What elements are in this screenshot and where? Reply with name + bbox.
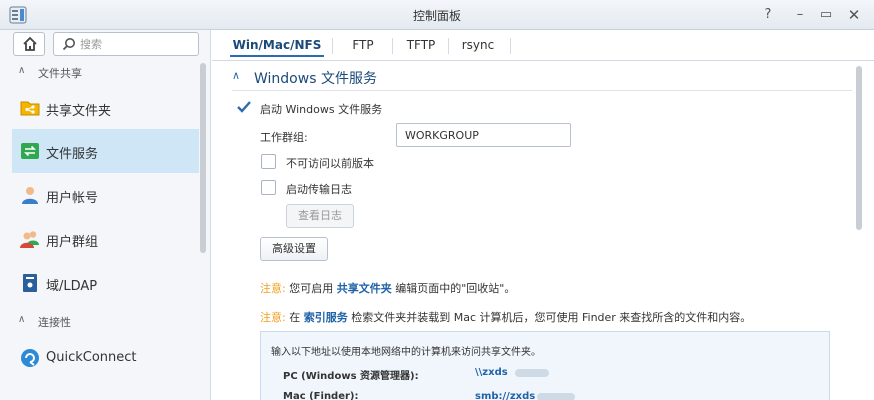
pc-address-label: PC (Windows 资源管理器): — [283, 371, 419, 382]
tab-ftp[interactable]: FTP — [340, 35, 386, 57]
close-icon[interactable]: ✕ — [844, 5, 864, 25]
maximize-icon[interactable]: ▭ — [816, 5, 836, 25]
enable-windows-service-label: 启动 Windows 文件服务 — [260, 103, 383, 116]
transfer-log-label: 启动传输日志 — [286, 183, 352, 196]
chevron-up-icon: ∧ — [18, 65, 26, 76]
sidebar: ∧ 文件共享 共享文件夹 文件服务 用户帐号 — [0, 30, 211, 400]
workgroup-input[interactable] — [396, 123, 571, 147]
sidebar-item-user-group[interactable]: 用户群组 — [12, 217, 199, 261]
redacted-blur — [537, 393, 575, 400]
tab-separator — [448, 38, 449, 54]
tab-separator — [392, 38, 393, 54]
user-icon — [22, 187, 38, 204]
main-scrollbar[interactable] — [856, 66, 862, 230]
workgroup-label: 工作群组: — [260, 131, 308, 144]
advanced-settings-button[interactable]: 高级设置 — [260, 237, 328, 261]
indexing-service-link[interactable]: 索引服务 — [304, 311, 348, 324]
search-box[interactable] — [53, 32, 199, 56]
home-icon — [23, 36, 37, 51]
pc-address-value: \\zxds — [475, 367, 508, 378]
note-recycle-bin: 注意: 您可启用 共享文件夹 编辑页面中的"回收站"。 — [260, 282, 516, 295]
prev-versions-label: 不可访问以前版本 — [286, 157, 374, 170]
mac-address-value: smb://zxds — [475, 391, 536, 400]
group-header-connectivity[interactable]: ∧ 连接性 — [0, 310, 200, 332]
share-folder-icon — [20, 101, 40, 116]
tab-bar: Win/Mac/NFS FTP TFTP rsync — [212, 30, 874, 61]
group-header-file-sharing[interactable]: ∧ 文件共享 — [0, 61, 200, 83]
note-indexing-service: 注意: 在 索引服务 检索文件夹并装载到 Mac 计算机后，您可使用 Finde… — [260, 311, 752, 324]
prev-versions-checkbox[interactable] — [261, 154, 276, 169]
tab-rsync[interactable]: rsync — [452, 35, 504, 57]
tab-tftp[interactable]: TFTP — [398, 35, 444, 57]
sidebar-scrollbar[interactable] — [200, 63, 206, 253]
title-bar: 控制面板 ? – ▭ ✕ — [0, 0, 874, 30]
checkmark-icon — [237, 101, 251, 113]
shared-folder-link[interactable]: 共享文件夹 — [337, 282, 392, 295]
domain-ldap-icon — [23, 274, 37, 292]
quickconnect-icon — [21, 349, 39, 367]
minimize-icon[interactable]: – — [790, 5, 810, 25]
enable-windows-service-checkbox[interactable] — [236, 100, 251, 115]
sidebar-item-file-services[interactable]: 文件服务 — [12, 129, 199, 173]
access-address-box: 输入以下地址以使用本地网络中的计算机来访问共享文件夹。 PC (Windows … — [260, 331, 830, 400]
group-icon — [20, 231, 39, 248]
file-services-icon — [21, 143, 39, 159]
window-title: 控制面板 — [412, 9, 461, 23]
sidebar-item-shared-folder[interactable]: 共享文件夹 — [12, 86, 199, 130]
tab-separator — [332, 38, 333, 54]
tab-separator — [510, 38, 511, 54]
section-divider — [232, 90, 852, 91]
search-icon — [62, 38, 75, 51]
view-log-button[interactable]: 查看日志 — [286, 204, 354, 228]
tab-win-mac-nfs[interactable]: Win/Mac/NFS — [230, 35, 324, 57]
search-input[interactable] — [80, 35, 192, 53]
sidebar-item-quickconnect[interactable]: QuickConnect — [12, 336, 199, 380]
sidebar-item-user-account[interactable]: 用户帐号 — [12, 173, 199, 217]
access-intro: 输入以下地址以使用本地网络中的计算机来访问共享文件夹。 — [271, 347, 541, 358]
mac-address-label: Mac (Finder): — [283, 391, 359, 400]
redacted-blur — [515, 369, 549, 377]
sidebar-item-domain-ldap[interactable]: 域/LDAP — [12, 261, 199, 305]
transfer-log-checkbox[interactable] — [261, 180, 276, 195]
help-icon[interactable]: ? — [758, 5, 778, 25]
home-button[interactable] — [13, 32, 45, 56]
chevron-up-icon: ∧ — [232, 69, 241, 82]
chevron-up-icon: ∧ — [18, 314, 26, 325]
